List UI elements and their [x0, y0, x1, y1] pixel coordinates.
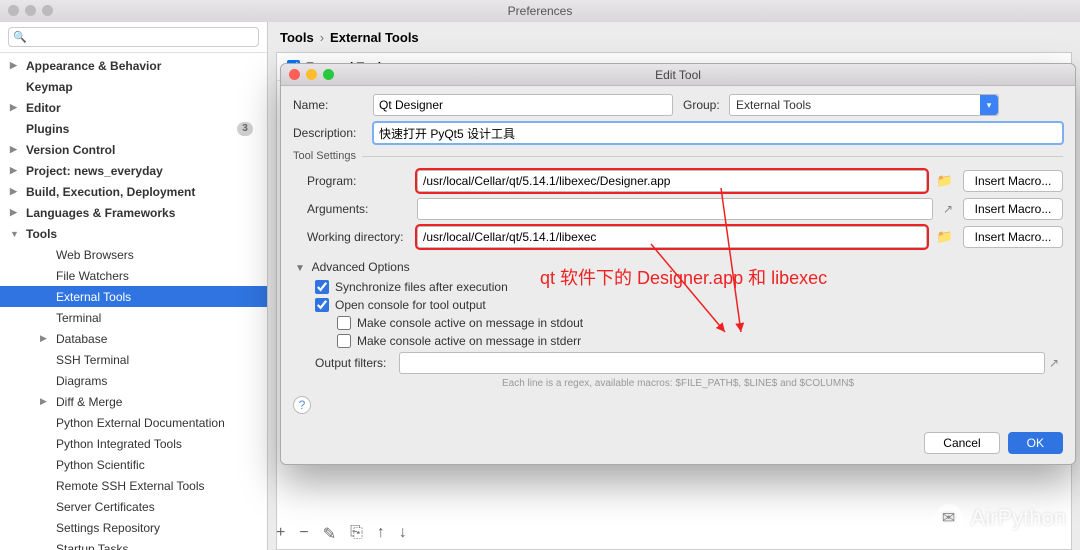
dialog-titlebar: Edit Tool	[281, 64, 1075, 86]
chevron-icon: ▶	[10, 60, 20, 71]
sidebar-item-editor[interactable]: ▶Editor	[0, 97, 267, 118]
advanced-options-toggle[interactable]: ▼ Advanced Options	[293, 260, 1063, 274]
workdir-label: Working directory:	[307, 230, 417, 244]
preferences-sidebar: 🔍 ▶Appearance & BehaviorKeymap▶EditorPlu…	[0, 22, 268, 550]
insert-macro-program[interactable]: Insert Macro...	[963, 170, 1063, 192]
sidebar-item-file-watchers[interactable]: File Watchers	[0, 265, 267, 286]
badge: 3	[237, 122, 253, 136]
folder-icon[interactable]: 📁	[933, 173, 957, 189]
sidebar-item-python-integrated-tools[interactable]: Python Integrated Tools	[0, 433, 267, 454]
sidebar-item-diff-merge[interactable]: ▶Diff & Merge	[0, 391, 267, 412]
insert-macro-arguments[interactable]: Insert Macro...	[963, 198, 1063, 220]
sidebar-item-server-certificates[interactable]: Server Certificates	[0, 496, 267, 517]
sync-files-checkbox[interactable]	[315, 280, 329, 294]
sidebar-item-plugins[interactable]: Plugins3	[0, 118, 267, 139]
move-up-button[interactable]: ↑	[377, 524, 385, 544]
sidebar-item-diagrams[interactable]: Diagrams	[0, 370, 267, 391]
sidebar-item-ssh-terminal[interactable]: SSH Terminal	[0, 349, 267, 370]
sidebar-item-appearance-behavior[interactable]: ▶Appearance & Behavior	[0, 55, 267, 76]
preferences-titlebar: Preferences	[0, 0, 1080, 22]
insert-macro-workdir[interactable]: Insert Macro...	[963, 226, 1063, 248]
name-label: Name:	[293, 98, 373, 112]
chevron-icon: ▶	[10, 144, 20, 155]
chevron-right-icon: ›	[320, 30, 324, 45]
sidebar-item-tools[interactable]: ▼Tools	[0, 223, 267, 244]
tool-settings-legend: Tool Settings	[293, 150, 362, 162]
sidebar-item-external-tools[interactable]: External Tools	[0, 286, 267, 307]
arguments-field[interactable]	[417, 198, 933, 220]
copy-button[interactable]: ⎘	[350, 524, 363, 544]
sidebar-item-python-external-documentation[interactable]: Python External Documentation	[0, 412, 267, 433]
minimize-icon[interactable]	[306, 69, 317, 80]
description-label: Description:	[293, 126, 373, 140]
chevron-icon: ▶	[10, 165, 20, 176]
move-down-button[interactable]: ↓	[399, 524, 407, 544]
sidebar-item-languages-frameworks[interactable]: ▶Languages & Frameworks	[0, 202, 267, 223]
settings-tree[interactable]: ▶Appearance & BehaviorKeymap▶EditorPlugi…	[0, 53, 267, 550]
open-console-checkbox[interactable]	[315, 298, 329, 312]
sidebar-item-build-execution-deployment[interactable]: ▶Build, Execution, Deployment	[0, 181, 267, 202]
sidebar-item-python-scientific[interactable]: Python Scientific	[0, 454, 267, 475]
zoom-icon[interactable]	[323, 69, 334, 80]
sidebar-item-terminal[interactable]: Terminal	[0, 307, 267, 328]
sidebar-item-version-control[interactable]: ▶Version Control	[0, 139, 267, 160]
sidebar-item-database[interactable]: ▶Database	[0, 328, 267, 349]
sidebar-item-project-news-everyday[interactable]: ▶Project: news_everyday	[0, 160, 267, 181]
sidebar-item-keymap[interactable]: Keymap	[0, 76, 267, 97]
arguments-label: Arguments:	[307, 202, 417, 216]
search-input[interactable]	[8, 27, 259, 47]
ok-button[interactable]: OK	[1008, 432, 1063, 454]
program-field[interactable]	[417, 170, 927, 192]
remove-button[interactable]: −	[299, 524, 308, 544]
chevron-icon: ▶	[40, 396, 50, 407]
chevron-icon: ▶	[10, 207, 20, 218]
close-icon[interactable]	[289, 69, 300, 80]
stdout-checkbox[interactable]	[337, 316, 351, 330]
stderr-checkbox[interactable]	[337, 334, 351, 348]
program-label: Program:	[307, 174, 417, 188]
edit-tool-dialog: Edit Tool Name: Group: External Tools ▾ …	[280, 63, 1076, 465]
cancel-button[interactable]: Cancel	[924, 432, 999, 454]
sidebar-item-startup-tasks[interactable]: Startup Tasks	[0, 538, 267, 550]
help-button[interactable]: ?	[293, 396, 311, 414]
output-filters-label: Output filters:	[315, 356, 399, 370]
breadcrumb: Tools › External Tools	[268, 22, 1080, 52]
expand-icon[interactable]: ↗	[939, 202, 957, 216]
name-field[interactable]	[373, 94, 673, 116]
window-title: Preferences	[508, 4, 573, 18]
traffic-lights-dialog[interactable]	[289, 69, 334, 80]
traffic-lights-prefs	[8, 5, 53, 16]
workdir-field[interactable]	[417, 226, 927, 248]
chevron-icon: ▶	[10, 102, 20, 113]
expand-icon[interactable]: ↗	[1045, 356, 1063, 370]
group-select[interactable]: External Tools ▾	[729, 94, 999, 116]
add-button[interactable]: +	[276, 524, 285, 544]
edit-button[interactable]: ✎	[323, 524, 336, 544]
chevron-down-icon: ▼	[295, 263, 305, 274]
output-hint: Each line is a regex, available macros: …	[293, 378, 1063, 389]
list-toolbar: + − ✎ ⎘ ↑ ↓	[276, 524, 407, 544]
sidebar-item-remote-ssh-external-tools[interactable]: Remote SSH External Tools	[0, 475, 267, 496]
chevron-icon: ▼	[10, 229, 20, 239]
output-filters-field[interactable]	[399, 352, 1045, 374]
folder-icon[interactable]: 📁	[933, 229, 957, 245]
sidebar-item-web-browsers[interactable]: Web Browsers	[0, 244, 267, 265]
chevron-down-icon: ▾	[980, 95, 998, 115]
chevron-icon: ▶	[40, 333, 50, 344]
group-label: Group:	[683, 98, 729, 112]
description-field[interactable]	[373, 122, 1063, 144]
chevron-icon: ▶	[10, 186, 20, 197]
sidebar-item-settings-repository[interactable]: Settings Repository	[0, 517, 267, 538]
